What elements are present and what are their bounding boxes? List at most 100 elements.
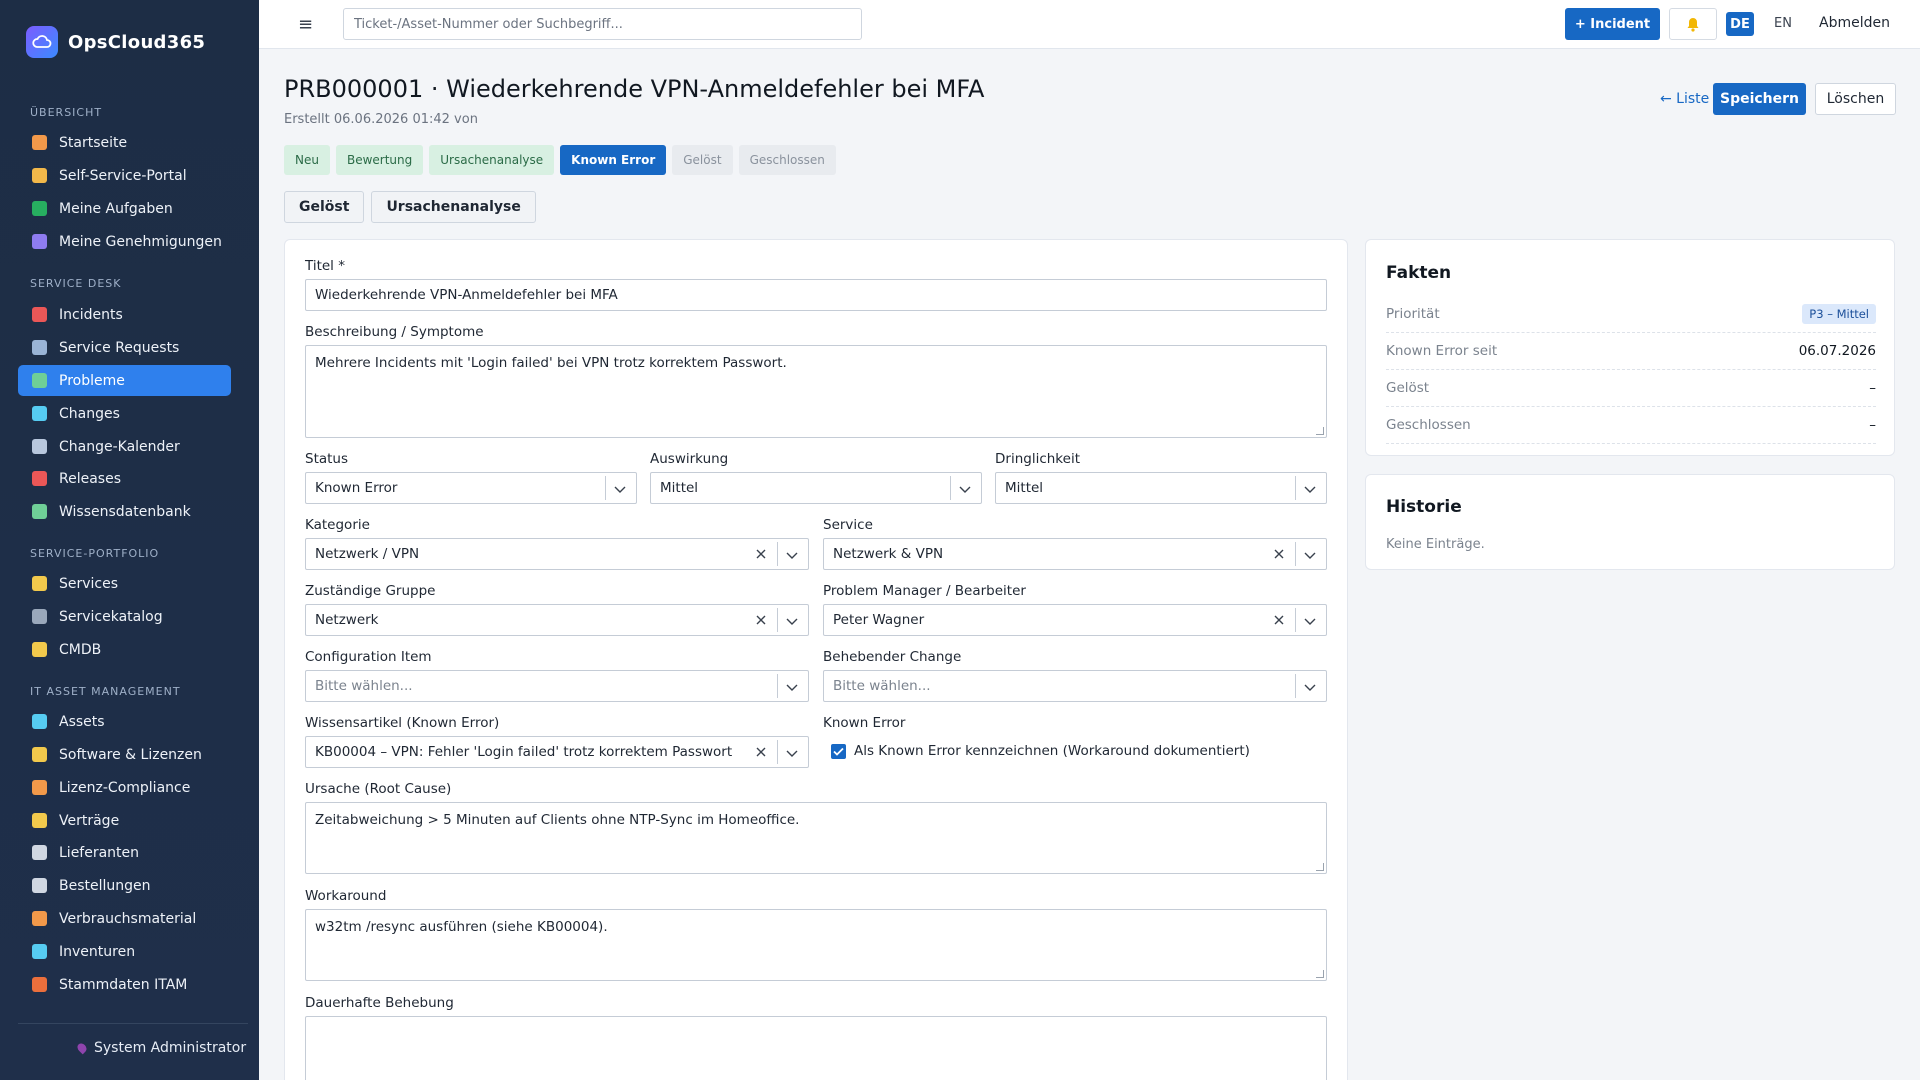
logout-link[interactable]: Abmelden (1819, 15, 1890, 31)
status-select[interactable]: Known Error (305, 472, 637, 504)
sidebar-item-service-requests[interactable]: Service Requests (18, 332, 231, 363)
category-value: Netzwerk / VPN (315, 546, 420, 562)
sidebar-item-software-lizenzen[interactable]: Software & Lizenzen (18, 739, 231, 770)
sidebar-item-startseite[interactable]: Startseite (18, 127, 231, 158)
menu-toggle-icon[interactable]: ≡ (298, 14, 313, 35)
notifications-button[interactable] (1669, 8, 1717, 40)
manager-select[interactable]: Peter Wagner (823, 604, 1327, 636)
select-separator (1295, 608, 1296, 632)
sidebar-item-stammdaten-itam[interactable]: Stammdaten ITAM (18, 969, 231, 1000)
clear-icon[interactable] (754, 745, 768, 759)
root-cause-textarea[interactable]: Zeitabweichung > 5 Minuten auf Clients o… (305, 802, 1327, 874)
transition-resolved-button[interactable]: Gelöst (284, 191, 365, 223)
sidebar-item-incidents[interactable]: Incidents (18, 299, 231, 330)
sidebar-item-self-service-portal[interactable]: Self-Service-Portal (18, 160, 231, 191)
app-logo[interactable]: OpsCloud365 (26, 26, 205, 58)
title-input[interactable]: Wiederkehrende VPN-Anmeldefehler bei MFA (305, 279, 1327, 311)
language-de-button[interactable]: DE (1726, 12, 1754, 36)
description-textarea[interactable]: Mehrere Incidents mit 'Login failed' bei… (305, 345, 1327, 438)
sidebar-item-probleme[interactable]: Probleme (18, 365, 231, 396)
new-incident-button[interactable]: + Incident (1565, 8, 1660, 40)
known-error-checkbox[interactable] (831, 744, 846, 759)
sidebar-item-label: Services (59, 575, 119, 592)
facts-title: Fakten (1386, 263, 1452, 283)
search-input[interactable] (343, 8, 862, 40)
user-menu[interactable]: System Administrator (75, 1040, 246, 1056)
sidebar-item-label: Lieferanten (59, 844, 140, 861)
sidebar-item-change-kalender[interactable]: Change-Kalender (18, 431, 231, 462)
delete-button[interactable]: Löschen (1815, 83, 1896, 115)
clear-icon[interactable] (1272, 547, 1286, 561)
sidebar-item-wissensdatenbank[interactable]: Wissensdatenbank (18, 496, 231, 527)
sidebar-item-label: Meine Aufgaben (59, 200, 173, 217)
building-icon (32, 845, 47, 860)
sidebar-item-changes[interactable]: Changes (18, 398, 231, 429)
title-label: Titel * (305, 258, 345, 274)
status-label: Status (305, 451, 349, 467)
sidebar-item-meine-aufgaben[interactable]: Meine Aufgaben (18, 193, 231, 224)
sidebar-item-lizenz-compliance[interactable]: Lizenz-Compliance (18, 772, 231, 803)
kb-select[interactable]: KB00004 – VPN: Fehler 'Login failed' tro… (305, 736, 809, 768)
inbox-icon (32, 340, 47, 355)
sidebar-item-releases[interactable]: Releases (18, 463, 231, 494)
workaround-textarea[interactable]: w32tm /resync ausführen (siehe KB00004). (305, 909, 1327, 981)
sidebar-item-services[interactable]: Services (18, 568, 231, 599)
urgency-select[interactable]: Mittel (995, 472, 1327, 504)
sidebar-item-assets[interactable]: Assets (18, 706, 231, 737)
sidebar: OpsCloud365 ÜBERSICHT SERVICE DESK SERVI… (0, 0, 259, 1080)
kb-value: KB00004 – VPN: Fehler 'Login failed' tro… (315, 744, 733, 760)
sidebar-item-servicekatalog[interactable]: Servicekatalog (18, 601, 231, 632)
impact-label: Auswirkung (650, 451, 729, 467)
clear-icon[interactable] (1272, 613, 1286, 627)
sidebar-item-verträge[interactable]: Verträge (18, 805, 231, 836)
bell-icon (1687, 17, 1699, 32)
history-empty-text: Keine Einträge. (1386, 537, 1485, 552)
alarm-icon (32, 307, 47, 322)
clear-icon[interactable] (754, 613, 768, 627)
app-name: OpsCloud365 (68, 31, 206, 53)
contract-icon (32, 813, 47, 828)
sidebar-item-inventuren[interactable]: Inventuren (18, 936, 231, 967)
checkmark-icon (833, 747, 844, 756)
impact-select[interactable]: Mittel (650, 472, 982, 504)
problem-form: Titel * Wiederkehrende VPN-Anmeldefehler… (284, 239, 1348, 1080)
ci-select[interactable]: Bitte wählen... (305, 670, 809, 702)
nav-section-service-desk: SERVICE DESK (30, 277, 122, 290)
known-error-checkbox-label[interactable]: Als Known Error kennzeichnen (Workaround… (854, 743, 1250, 759)
language-en-button[interactable]: EN (1774, 16, 1792, 31)
select-separator (950, 476, 951, 500)
resize-grip-icon[interactable] (1316, 970, 1324, 978)
transition-root-cause-button[interactable]: Ursachenanalyse (371, 191, 536, 223)
sidebar-item-label: Incidents (59, 306, 123, 323)
sidebar-item-label: Change-Kalender (59, 438, 180, 455)
change-select[interactable]: Bitte wählen... (823, 670, 1327, 702)
sidebar-item-lieferanten[interactable]: Lieferanten (18, 837, 231, 868)
category-label: Kategorie (305, 517, 370, 533)
back-to-list-link[interactable]: ← Liste (1660, 91, 1709, 107)
disc-icon (32, 747, 47, 762)
chevron-down-icon (786, 552, 798, 559)
service-value: Netzwerk & VPN (833, 546, 944, 562)
clear-icon[interactable] (754, 547, 768, 561)
sidebar-item-bestellungen[interactable]: Bestellungen (18, 870, 231, 901)
permanent-fix-textarea[interactable] (305, 1016, 1327, 1080)
ci-label: Configuration Item (305, 649, 432, 665)
sidebar-item-verbrauchsmaterial[interactable]: Verbrauchsmaterial (18, 903, 231, 934)
save-button[interactable]: Speichern (1713, 83, 1806, 115)
checkbox-icon (32, 201, 47, 216)
scales-icon (32, 780, 47, 795)
resize-grip-icon[interactable] (1316, 863, 1324, 871)
sidebar-item-cmdb[interactable]: CMDB (18, 634, 231, 665)
sidebar-item-meine-genehmigungen[interactable]: Meine Genehmigungen (18, 226, 231, 257)
sidebar-item-label: Verbrauchsmaterial (59, 910, 197, 927)
transition-actions: Gelöst Ursachenanalyse (284, 191, 536, 223)
sidebar-item-label: Servicekatalog (59, 608, 163, 625)
category-select[interactable]: Netzwerk / VPN (305, 538, 809, 570)
chevron-down-icon (1304, 618, 1316, 625)
sidebar-item-label: Startseite (59, 134, 128, 151)
group-select[interactable]: Netzwerk (305, 604, 809, 636)
folder-icon (32, 642, 47, 657)
resize-grip-icon[interactable] (1316, 427, 1324, 435)
service-select[interactable]: Netzwerk & VPN (823, 538, 1327, 570)
sidebar-item-label: Wissensdatenbank (59, 503, 191, 520)
